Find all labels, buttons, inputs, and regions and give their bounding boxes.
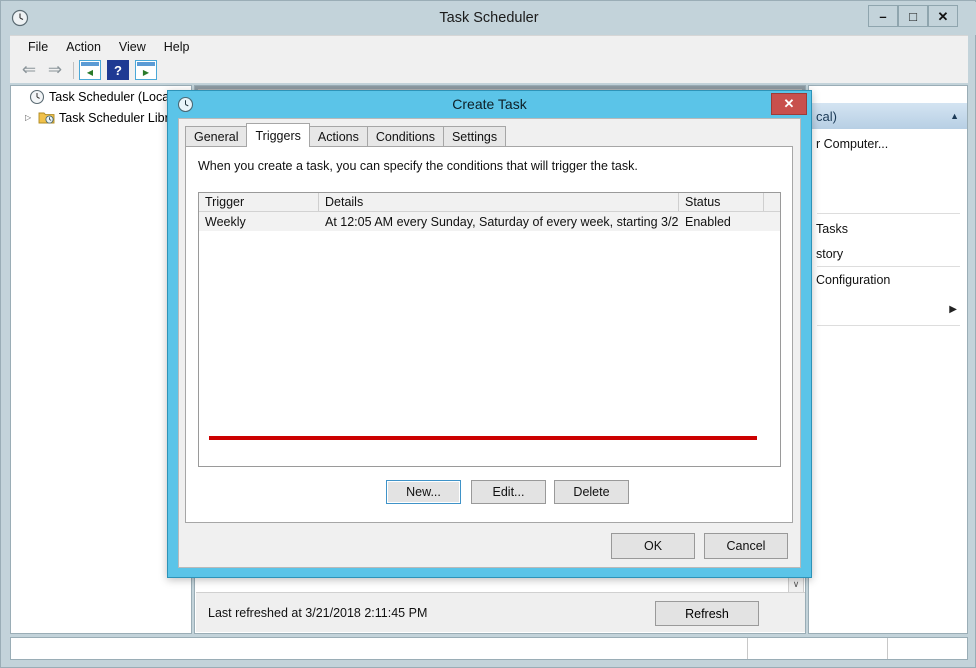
tree-item-label: Task Scheduler (Local) — [49, 89, 177, 104]
toolbar-separator — [73, 61, 74, 79]
folder-clock-icon — [38, 110, 55, 126]
trigger-list-header: Trigger Details Status — [199, 193, 780, 212]
tree-item-task-scheduler-library[interactable]: ▷ Task Scheduler Librar — [11, 107, 191, 128]
status-bar — [10, 637, 968, 660]
last-refreshed-label: Last refreshed at 3/21/2018 2:11:45 PM — [208, 606, 428, 620]
cancel-button[interactable]: Cancel — [704, 533, 788, 559]
create-task-dialog: Create Task ✕ General Triggers Actions C… — [167, 90, 812, 578]
triggers-tab-panel: When you create a task, you can specify … — [185, 146, 793, 523]
tab-settings[interactable]: Settings — [442, 126, 507, 147]
cell-details: At 12:05 AM every Sunday, Saturday of ev… — [325, 214, 679, 229]
column-header-details[interactable]: Details — [319, 193, 679, 211]
trigger-list[interactable]: Trigger Details Status Weekly At 12:05 A… — [198, 192, 781, 467]
scroll-down-button[interactable]: ∨ — [788, 576, 804, 593]
toolbar: ⇐ ⇒ ◀ ? ▶ — [10, 57, 968, 83]
right-pane-glyph: ▶ — [142, 68, 150, 77]
page-title: Task Scheduler — [439, 10, 539, 26]
dialog-title: Create Task — [452, 96, 527, 112]
icon-titlebar-stripe — [137, 62, 155, 66]
chevron-right-icon[interactable]: ▷ — [25, 113, 38, 122]
tab-triggers[interactable]: Triggers — [246, 123, 310, 147]
cell-status: Enabled — [685, 214, 731, 229]
new-trigger-button[interactable]: New... — [386, 480, 461, 504]
actions-divider — [817, 266, 960, 267]
ok-button[interactable]: OK — [611, 533, 695, 559]
action-item-connect-to-another-computer[interactable]: r Computer... — [810, 133, 967, 155]
cell-trigger: Weekly — [205, 214, 246, 229]
chevron-right-icon: ▶ — [949, 303, 957, 315]
delete-trigger-button[interactable]: Delete — [554, 480, 629, 504]
menu-item-action[interactable]: Action — [57, 38, 110, 56]
back-arrow-icon[interactable]: ⇐ — [16, 59, 42, 81]
task-scheduler-window: Task Scheduler – □ ✕ File Action View He… — [0, 0, 976, 668]
refresh-button[interactable]: Refresh — [655, 601, 759, 626]
show-hide-action-pane-icon[interactable]: ▶ — [135, 60, 157, 80]
annotation-underline — [209, 436, 757, 440]
menu-item-view[interactable]: View — [110, 38, 155, 56]
dialog-close-button[interactable]: ✕ — [771, 93, 807, 115]
show-hide-console-tree-icon[interactable]: ◀ — [79, 60, 101, 80]
status-cell-tertiary — [888, 638, 967, 659]
icon-titlebar-stripe — [81, 62, 99, 66]
left-pane-glyph: ◀ — [86, 68, 94, 77]
collapse-up-icon[interactable]: ▲ — [950, 111, 959, 121]
clock-icon — [28, 89, 45, 105]
menu-item-help[interactable]: Help — [155, 38, 199, 56]
tree-item-label: Task Scheduler Librar — [59, 110, 180, 125]
column-header-pad — [764, 193, 780, 211]
tab-actions[interactable]: Actions — [308, 126, 368, 147]
window-title-bar: Task Scheduler – □ ✕ — [2, 2, 976, 35]
table-row[interactable]: Weekly At 12:05 AM every Sunday, Saturda… — [199, 212, 780, 231]
triggers-instruction-text: When you create a task, you can specify … — [198, 159, 638, 173]
maximize-button[interactable]: □ — [898, 5, 928, 27]
menu-bar: File Action View Help — [10, 35, 968, 57]
column-header-trigger[interactable]: Trigger — [199, 193, 319, 211]
edit-trigger-button[interactable]: Edit... — [471, 480, 546, 504]
action-item-at-service-account-configuration[interactable]: Configuration — [810, 269, 967, 291]
tab-conditions[interactable]: Conditions — [366, 126, 444, 147]
tree-item-task-scheduler-local[interactable]: Task Scheduler (Local) — [11, 86, 191, 107]
status-cell-secondary — [748, 638, 888, 659]
minimize-button[interactable]: – — [868, 5, 898, 27]
console-tree-pane: Task Scheduler (Local) ▷ Task Scheduler … — [10, 85, 192, 634]
actions-pane-header-label: cal) — [816, 108, 837, 124]
dialog-body: General Triggers Actions Conditions Sett… — [178, 118, 801, 568]
close-button[interactable]: ✕ — [928, 5, 958, 27]
status-cell-main — [11, 638, 748, 659]
actions-pane-header: cal) ▲ — [810, 103, 967, 129]
forward-arrow-icon[interactable]: ⇒ — [42, 59, 68, 81]
action-item-more[interactable]: ▶ — [810, 298, 967, 320]
action-item-enable-all-tasks-history[interactable]: story — [810, 243, 967, 265]
tab-general[interactable]: General — [185, 126, 248, 147]
actions-divider — [817, 325, 960, 326]
actions-divider — [817, 213, 960, 214]
column-header-status[interactable]: Status — [679, 193, 764, 211]
tab-strip: General Triggers Actions Conditions Sett… — [185, 123, 507, 147]
action-item-display-all-running-tasks[interactable]: Tasks — [810, 218, 967, 240]
actions-pane: cal) ▲ r Computer... Tasks story Configu… — [808, 85, 968, 634]
menu-item-file[interactable]: File — [19, 38, 57, 56]
dialog-title-bar: Create Task ✕ — [168, 91, 811, 118]
help-icon[interactable]: ? — [107, 60, 129, 80]
refresh-bar: Last refreshed at 3/21/2018 2:11:45 PM R… — [196, 592, 805, 632]
